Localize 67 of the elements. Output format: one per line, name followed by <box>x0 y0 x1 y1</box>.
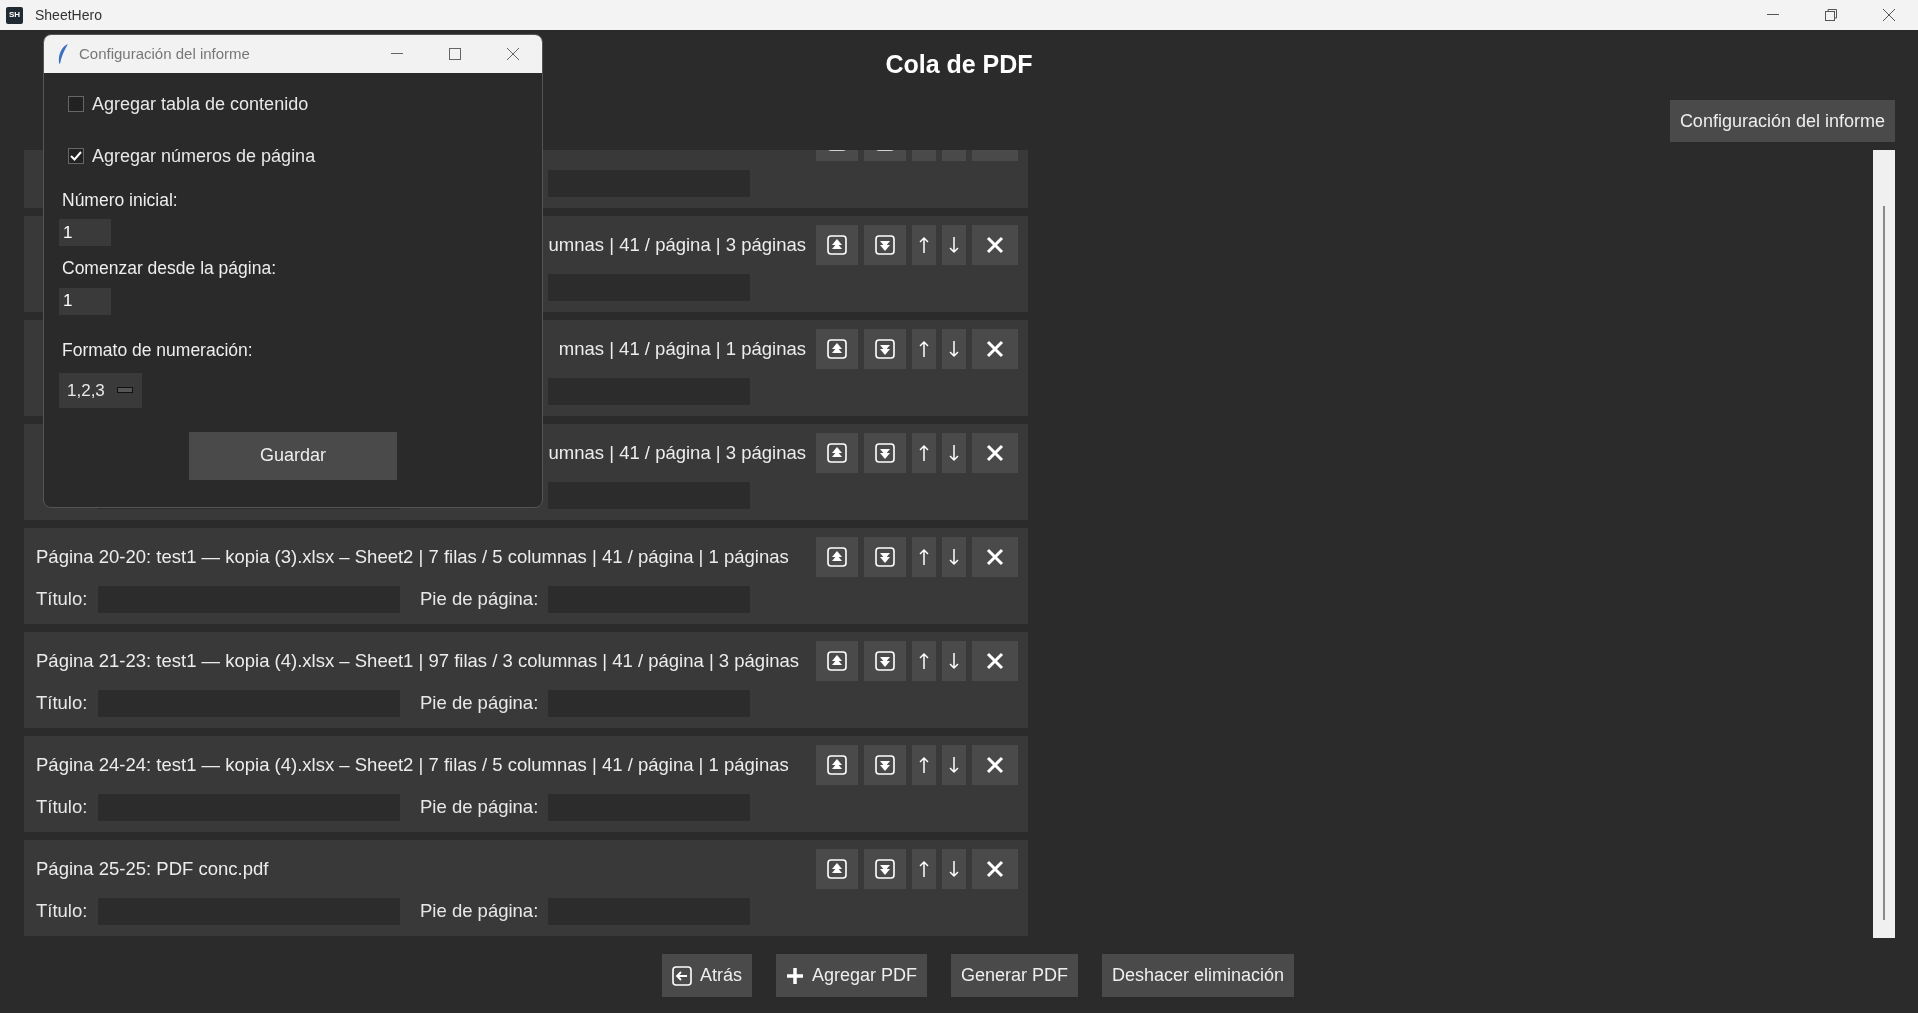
field-label: Número inicial: <box>62 189 179 212</box>
close-icon <box>507 48 519 60</box>
maximize-icon <box>449 48 461 60</box>
window-title: SheetHero <box>35 5 103 25</box>
format-dropdown[interactable]: 1,2,3 <box>59 372 142 408</box>
feather-icon <box>56 43 70 65</box>
queue-item-description: umnas | 41 / página | 3 páginas <box>548 441 806 466</box>
close-icon <box>985 339 1005 359</box>
move-to-top-icon <box>827 339 847 359</box>
title-label: Título: <box>36 795 89 820</box>
checkbox[interactable] <box>68 96 84 112</box>
queue-item-description: umnas | 41 / página | 3 páginas <box>548 233 806 258</box>
footer-label: Pie de página: <box>420 796 539 818</box>
checkbox-label: Agregar números de página <box>92 144 316 168</box>
close-icon <box>985 859 1005 879</box>
queue-item-description: Página 25-25: PDF conc.pdf <box>36 857 269 882</box>
checkmark-icon <box>70 151 82 161</box>
action-button[interactable]: Deshacer eliminación <box>1102 954 1295 997</box>
save-button[interactable]: Guardar <box>189 431 397 480</box>
number-input-field[interactable]: 1 <box>59 219 111 247</box>
close-icon <box>1883 9 1895 21</box>
footer-label: Pie de página: <box>420 692 539 714</box>
queue-item-description: mnas | 41 / página | 1 páginas <box>558 337 806 362</box>
title-label: Título: <box>36 899 89 924</box>
minimize-icon <box>1767 14 1779 16</box>
number-input-field[interactable]: 1 <box>59 287 111 315</box>
dropdown-indicator-icon <box>116 387 133 394</box>
page-heading: Cola de PDF <box>885 49 1033 77</box>
report-settings-button[interactable]: Configuración del informe <box>1669 100 1895 142</box>
move-to-bottom-icon <box>875 443 895 463</box>
checkbox-label: Agregar tabla de contenido <box>92 92 309 116</box>
scrollbar[interactable] <box>1873 150 1895 938</box>
queue-item-description: Página 20-20: test1 — kopia (3).xlsx – Sheet2 | 7 filas / 5 columnas | 41 / página | 1 páginas <box>36 545 789 570</box>
footer-label: Pie de página: <box>420 588 539 610</box>
add-pdf-button[interactable]: Agregar PDF <box>775 954 927 997</box>
move-to-bottom-icon <box>875 651 895 671</box>
plus-icon <box>785 966 804 985</box>
queue-item-description: Página 21-23: test1 — kopia (4).xlsx – Sheet1 | 97 filas / 3 columnas | 41 / página | 3 páginas <box>36 649 800 674</box>
app-logo-icon: SH <box>6 6 23 24</box>
close-icon <box>985 235 1005 255</box>
dialog-title: Configuración del informe <box>79 43 251 64</box>
restore-icon <box>1825 9 1837 21</box>
title-label: Título: <box>36 691 89 716</box>
action-button[interactable]: Generar PDF <box>950 954 1078 997</box>
title-label: Título: <box>36 587 89 612</box>
back-button[interactable]: Atrás <box>661 954 752 997</box>
move-to-top-icon <box>827 443 847 463</box>
close-icon <box>985 443 1005 463</box>
move-to-top-icon <box>827 755 847 775</box>
move-to-top-icon <box>827 235 847 255</box>
move-to-bottom-icon <box>875 859 895 879</box>
move-to-top-icon <box>827 651 847 671</box>
move-to-bottom-icon <box>875 547 895 567</box>
field-label: Comenzar desde la página: <box>62 257 278 281</box>
move-to-top-icon <box>827 547 847 567</box>
minimize-icon <box>391 53 403 55</box>
move-to-bottom-icon <box>875 755 895 775</box>
move-to-bottom-icon <box>875 235 895 255</box>
close-icon <box>985 755 1005 775</box>
field-label: Formato de numeración: <box>62 338 254 362</box>
close-icon <box>985 547 1005 567</box>
checkbox[interactable] <box>68 148 84 164</box>
move-to-bottom-icon <box>875 339 895 359</box>
queue-item-description: Página 24-24: test1 — kopia (4).xlsx – Sheet2 | 7 filas / 5 columnas | 41 / página | 1 páginas <box>36 753 789 778</box>
close-icon <box>985 651 1005 671</box>
move-to-top-icon <box>827 859 847 879</box>
footer-label: Pie de página: <box>420 900 539 922</box>
